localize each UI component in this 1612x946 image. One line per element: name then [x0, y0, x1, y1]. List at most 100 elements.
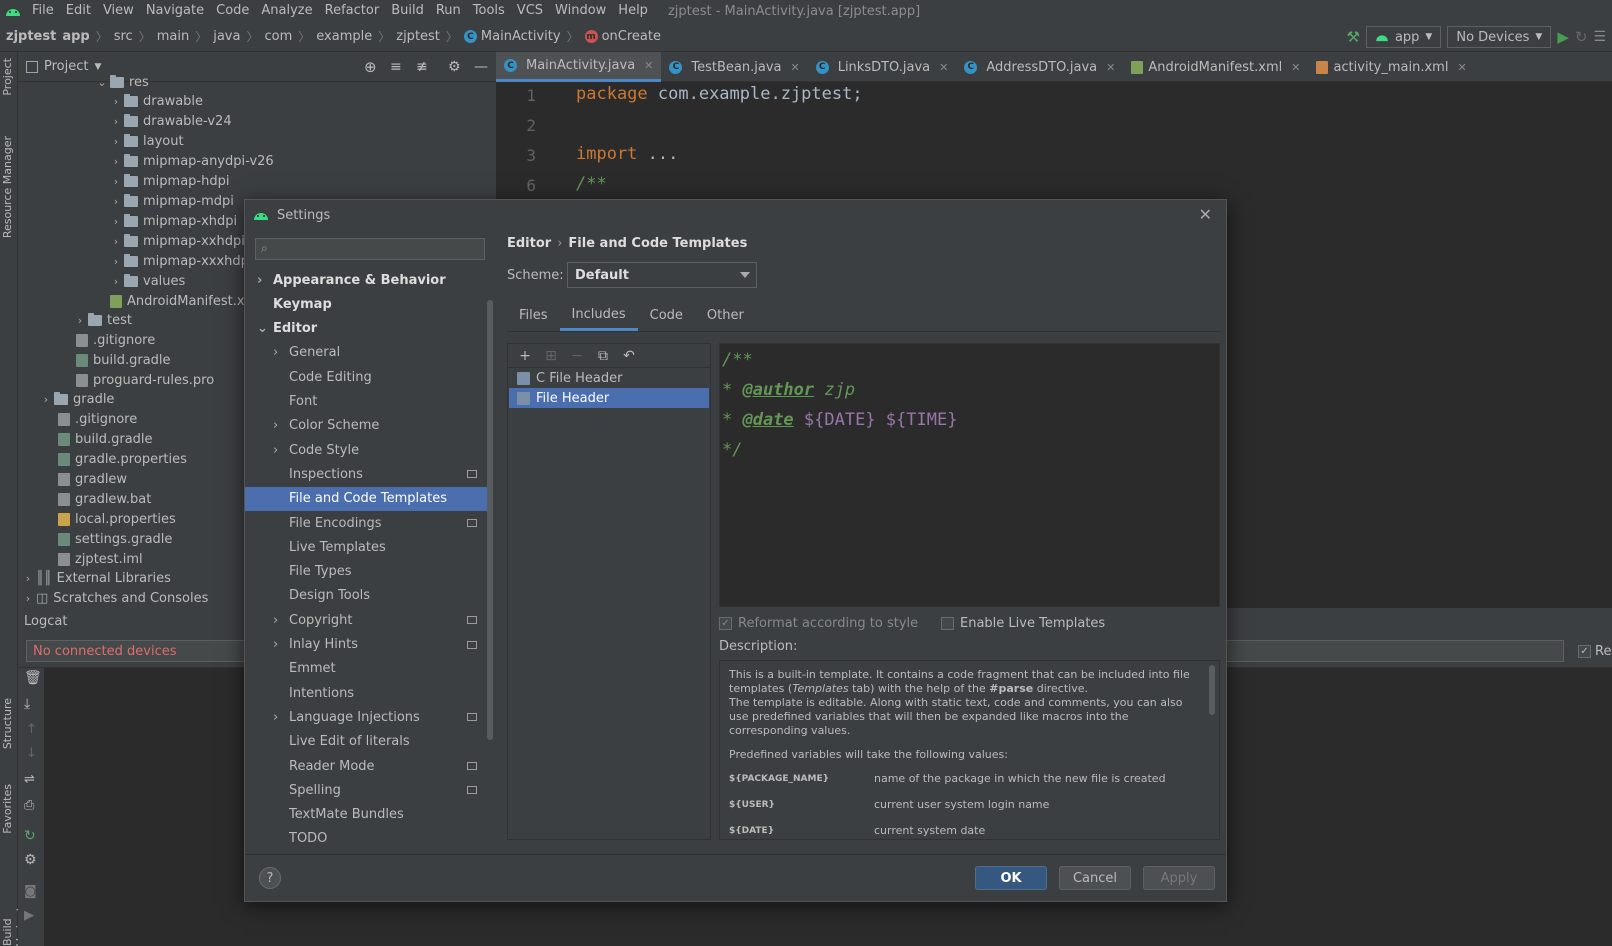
menu-refactor[interactable]: Refactor: [319, 0, 386, 22]
template-item[interactable]: C File Header: [509, 368, 709, 388]
tree-item[interactable]: › ║║ External Libraries: [20, 568, 171, 588]
cancel-button[interactable]: Cancel: [1059, 866, 1131, 890]
favorites-tool-tab[interactable]: Favorites: [1, 784, 14, 834]
more-icon[interactable]: ☰: [1593, 29, 1606, 45]
editor-tab[interactable]: C TestBean.java ✕: [661, 52, 807, 82]
live-templates-option[interactable]: Enable Live Templates: [941, 616, 1105, 631]
tree-item[interactable]: › gradle: [38, 389, 114, 409]
run-icon[interactable]: ▶: [1557, 28, 1569, 46]
collapse-all-icon[interactable]: ≢: [416, 59, 428, 75]
menu-vcs[interactable]: VCS: [511, 0, 549, 22]
chevron-right-icon[interactable]: ›: [273, 637, 278, 652]
menu-tools[interactable]: Tools: [467, 0, 511, 22]
breadcrumb-package[interactable]: zjptest: [390, 29, 440, 44]
regex-option[interactable]: ✓ Re: [1578, 644, 1611, 659]
menu-code[interactable]: Code: [210, 0, 255, 22]
tree-item[interactable]: › values: [108, 271, 185, 291]
settings-nav-item[interactable]: TextMate Bundles: [245, 803, 489, 827]
tree-item[interactable]: › mipmap-xhdpi: [108, 211, 237, 231]
breadcrumb-project[interactable]: zjptest: [0, 29, 56, 44]
close-icon[interactable]: ✕: [1199, 205, 1212, 224]
menu-help[interactable]: Help: [612, 0, 654, 22]
reformat-option[interactable]: ✓ Reformat according to style: [719, 616, 918, 631]
tree-item[interactable]: settings.gradle: [58, 529, 172, 549]
settings-nav-item[interactable]: Design Tools: [245, 584, 489, 608]
settings-nav-item[interactable]: Spelling: [245, 778, 489, 802]
scroll-to-end-icon[interactable]: ⤓: [24, 696, 30, 712]
create-child-icon[interactable]: ⊞: [542, 347, 560, 365]
video-icon[interactable]: ▶: [24, 908, 34, 923]
tree-item[interactable]: › mipmap-xxxhdpi: [108, 251, 253, 271]
settings-nav-item[interactable]: Live Edit of literals: [245, 730, 489, 754]
menu-edit[interactable]: Edit: [60, 0, 97, 22]
breadcrumb-module[interactable]: app: [56, 29, 89, 44]
camera-icon[interactable]: ◙: [24, 884, 37, 899]
restart-icon[interactable]: ↻: [24, 828, 36, 844]
chevron-right-icon[interactable]: ›: [257, 273, 262, 288]
close-icon[interactable]: ✕: [790, 61, 799, 74]
tree-item[interactable]: › drawable: [108, 91, 203, 111]
locate-icon[interactable]: ⊕: [364, 58, 377, 76]
help-button[interactable]: ?: [259, 867, 281, 889]
tree-item[interactable]: build.gradle: [76, 350, 171, 370]
settings-nav-item[interactable]: › Color Scheme: [245, 414, 489, 438]
settings-nav-item[interactable]: › Copyright: [245, 608, 489, 632]
menu-navigate[interactable]: Navigate: [140, 0, 210, 22]
close-icon[interactable]: ✕: [1457, 61, 1466, 74]
tree-item[interactable]: › mipmap-xxhdpi: [108, 231, 245, 251]
tree-item[interactable]: › layout: [108, 131, 184, 151]
gear-icon[interactable]: ⚙: [448, 59, 461, 75]
chevron-down-icon[interactable]: ⌄: [257, 321, 268, 336]
project-tool-tab[interactable]: Project: [1, 58, 14, 96]
tree-item[interactable]: › drawable-v24: [108, 111, 232, 131]
close-icon[interactable]: ✕: [644, 59, 653, 72]
breadcrumb-class[interactable]: C MainActivity: [458, 29, 561, 44]
resource-manager-tool-tab[interactable]: Resource Manager: [1, 136, 14, 238]
device-selector[interactable]: No connected devices: [26, 640, 246, 662]
nav-scrollbar[interactable]: [487, 300, 493, 740]
gear-icon[interactable]: ⚙: [24, 852, 37, 868]
settings-nav-item[interactable]: › Appearance & Behavior: [245, 268, 489, 292]
breadcrumb-java[interactable]: java: [207, 29, 240, 44]
settings-nav-item[interactable]: Live Templates: [245, 535, 489, 559]
breadcrumb-editor[interactable]: Editor: [507, 236, 551, 251]
close-icon[interactable]: ✕: [1106, 61, 1115, 74]
tree-item[interactable]: zjptest.iml: [58, 549, 143, 569]
settings-nav-item[interactable]: › Language Injections: [245, 705, 489, 729]
menu-file[interactable]: File: [26, 0, 60, 22]
minimize-icon[interactable]: —: [474, 59, 488, 75]
close-icon[interactable]: ✕: [939, 61, 948, 74]
reformat-checkbox[interactable]: ✓: [719, 617, 732, 630]
tab-includes[interactable]: Includes: [559, 300, 638, 331]
menu-analyze[interactable]: Analyze: [255, 0, 318, 22]
tree-item[interactable]: .gitignore: [58, 409, 137, 429]
build-hammer-icon[interactable]: ⚒: [1346, 28, 1359, 46]
expand-all-icon[interactable]: ≡: [390, 59, 402, 75]
apply-button[interactable]: Apply: [1143, 866, 1215, 890]
chevron-right-icon[interactable]: ›: [273, 345, 278, 360]
settings-nav-item[interactable]: ⌄ Editor: [245, 317, 489, 341]
tab-other[interactable]: Other: [695, 300, 756, 331]
editor-tab[interactable]: C LinksDTO.java ✕: [808, 52, 957, 82]
regex-checkbox[interactable]: ✓: [1578, 645, 1591, 658]
chevron-right-icon[interactable]: ›: [273, 418, 278, 433]
settings-nav-item[interactable]: Inspections: [245, 462, 489, 486]
settings-nav-item[interactable]: Intentions: [245, 681, 489, 705]
add-icon[interactable]: +: [516, 347, 534, 365]
settings-nav-item[interactable]: Reader Mode: [245, 754, 489, 778]
editor-tab[interactable]: activity_main.xml ✕: [1308, 52, 1474, 82]
tree-item[interactable]: › mipmap-mdpi: [108, 191, 234, 211]
breadcrumb-com[interactable]: com: [258, 29, 292, 44]
tree-item[interactable]: proguard-rules.pro: [76, 370, 214, 390]
breadcrumb-example[interactable]: example: [310, 29, 372, 44]
settings-nav-item[interactable]: Keymap: [245, 292, 489, 316]
description-scrollbar[interactable]: [1209, 665, 1215, 715]
close-icon[interactable]: ✕: [1291, 61, 1300, 74]
down-arrow-icon[interactable]: ↓: [26, 746, 37, 761]
tab-files[interactable]: Files: [507, 300, 560, 331]
settings-nav-item[interactable]: File Encodings: [245, 511, 489, 535]
tree-item[interactable]: › mipmap-hdpi: [108, 171, 229, 191]
live-templates-checkbox[interactable]: [941, 617, 954, 630]
device-combo[interactable]: No Devices ▼: [1447, 26, 1552, 48]
editor-tab[interactable]: AndroidManifest.xml ✕: [1123, 52, 1308, 82]
